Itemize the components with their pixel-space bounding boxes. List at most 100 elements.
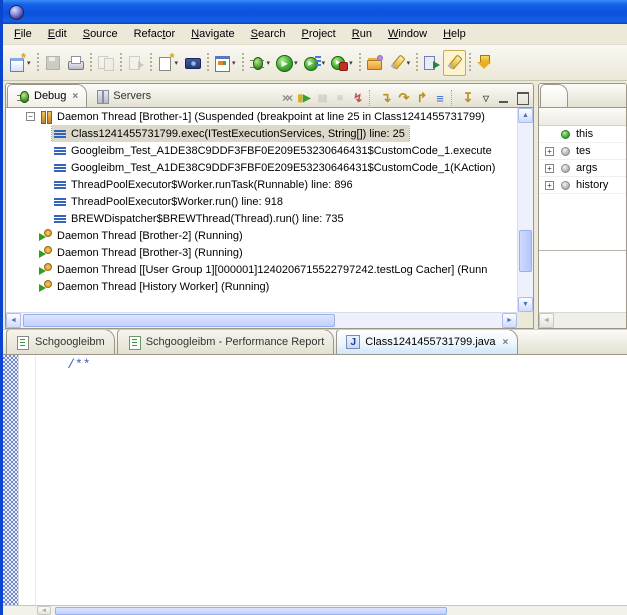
dropdown-arrow-icon[interactable]: ▾	[294, 59, 298, 67]
debug-tree-row[interactable]: ThreadPoolExecutor$Worker.run() line: 91…	[6, 193, 517, 210]
run-button[interactable]: ▾	[273, 50, 301, 76]
tree-expander[interactable]: −	[24, 112, 37, 121]
variables-name-column-header[interactable]	[539, 108, 626, 126]
variable-expander[interactable]: +	[544, 181, 555, 190]
dropdown-arrow-icon[interactable]: ▾	[267, 59, 271, 67]
debug-tree-row[interactable]: Daemon Thread [[User Group 1][000001]124…	[6, 261, 517, 278]
view-menu-button[interactable]	[477, 89, 495, 107]
code-line[interactable]: /**	[36, 356, 627, 374]
workspace: Debug×Servers −Daemon Thread [Brother-1]…	[3, 81, 627, 329]
variable-expander[interactable]: +	[544, 164, 555, 173]
maximize-button[interactable]	[513, 89, 531, 107]
marker-icon	[389, 54, 406, 71]
import-log-button[interactable]	[473, 50, 496, 76]
run-stats-button[interactable]: ▾	[328, 50, 356, 76]
scrollbar-thumb[interactable]	[519, 230, 532, 272]
drop-frame-button[interactable]	[459, 89, 477, 107]
scroll-left-button[interactable]: ◄	[539, 313, 554, 328]
step-filters-button[interactable]	[431, 89, 449, 107]
debug-vertical-scrollbar[interactable]: ▲ ▼	[517, 108, 533, 312]
open-test-asset-button[interactable]	[363, 50, 386, 76]
menu-edit[interactable]: Edit	[40, 26, 75, 42]
editor-tab-schgoogleibm[interactable]: Schgoogleibm	[6, 329, 115, 354]
step-over-button[interactable]	[395, 89, 413, 107]
debug-tree-row[interactable]: BREWDispatcher$BREWThread(Thread).run() …	[6, 210, 517, 227]
debug-tree-row[interactable]: ThreadPoolExecutor$Worker.runTask(Runnab…	[6, 176, 517, 193]
menu-run[interactable]: Run	[344, 26, 380, 42]
expand-icon[interactable]: +	[545, 181, 554, 190]
report-button[interactable]: ▾	[211, 50, 239, 76]
debug-tree-row[interactable]: Daemon Thread [History Worker] (Running)	[6, 278, 517, 295]
marker-button[interactable]: ▾	[386, 50, 414, 76]
collapse-icon[interactable]: −	[26, 112, 35, 121]
menu-window[interactable]: Window	[380, 26, 435, 42]
dropdown-arrow-icon[interactable]: ▾	[175, 59, 179, 67]
scroll-left-button[interactable]: ◄	[37, 606, 51, 615]
editor-tab-class1241455731799-java[interactable]: Class1241455731799.java×	[336, 329, 518, 354]
debug-tree-row[interactable]: Googleibm_Test_A1DE38C9DDF3FBF0E209E5323…	[6, 159, 517, 176]
run-schedule-button[interactable]: ▾	[301, 50, 329, 76]
close-icon[interactable]: ×	[72, 91, 78, 102]
debug-tree-row[interactable]: Daemon Thread [Brother-2] (Running)	[6, 227, 517, 244]
dropdown-arrow-icon[interactable]: ▾	[232, 59, 236, 67]
scroll-up-button[interactable]: ▲	[518, 108, 533, 123]
dropdown-arrow-icon[interactable]: ▾	[27, 59, 31, 67]
menu-refactor[interactable]: Refactor	[126, 26, 184, 42]
tab-debug[interactable]: Debug×	[7, 84, 87, 107]
debug-tree-row[interactable]: Googleibm_Test_A1DE38C9DDF3FBF0E209E5323…	[6, 142, 517, 159]
record-test-button[interactable]	[181, 50, 204, 76]
step-return-button[interactable]	[413, 89, 431, 107]
debug-button[interactable]: ▾	[246, 50, 274, 76]
variable-row-history[interactable]: +history	[539, 177, 626, 194]
expand-icon[interactable]: +	[545, 147, 554, 156]
tab-servers[interactable]: Servers	[87, 84, 159, 107]
step-into-button[interactable]	[377, 89, 395, 107]
editor-horizontal-scrollbar[interactable]: ◄	[3, 605, 627, 615]
variables-detail-pane[interactable]	[539, 250, 626, 312]
new-wizard-button[interactable]: ▾	[6, 50, 34, 76]
menu-search[interactable]: Search	[243, 26, 294, 42]
folding-ruler[interactable]	[19, 355, 36, 605]
title-bar[interactable]	[3, 0, 627, 24]
dropdown-arrow-icon[interactable]: ▾	[322, 59, 326, 67]
variable-row-args[interactable]: +args	[539, 160, 626, 177]
new-test-icon	[157, 54, 174, 71]
menu-file[interactable]: File	[6, 26, 40, 42]
remove-terminated-button[interactable]	[277, 89, 295, 107]
editor-body: /**	[3, 355, 627, 605]
editor-tab-schgoogleibm-performance-report[interactable]: Schgoogleibm - Performance Report	[117, 329, 335, 354]
print-button[interactable]	[64, 50, 87, 76]
scroll-left-button[interactable]: ◄	[6, 313, 21, 328]
dropdown-arrow-icon[interactable]: ▾	[349, 59, 353, 67]
close-icon[interactable]: ×	[503, 337, 509, 348]
scrollbar-thumb[interactable]	[23, 314, 335, 327]
scroll-down-button[interactable]: ▼	[518, 297, 533, 312]
minimize-button[interactable]	[495, 89, 513, 107]
link-editor-button[interactable]	[420, 50, 443, 76]
new-test-button[interactable]: ▾	[154, 50, 182, 76]
menu-project[interactable]: Project	[294, 26, 344, 42]
menu-source[interactable]: Source	[75, 26, 126, 42]
debug-tree-row[interactable]: Daemon Thread [Brother-3] (Running)	[6, 244, 517, 261]
debug-tree-row[interactable]: −Daemon Thread [Brother-1] (Suspended (b…	[6, 108, 517, 125]
variable-row-tes[interactable]: +tes	[539, 143, 626, 160]
dropdown-arrow-icon[interactable]: ▾	[407, 59, 411, 67]
tab-variables[interactable]	[540, 84, 568, 107]
annotation-ruler[interactable]	[3, 355, 19, 605]
toolbar-separator	[451, 90, 457, 106]
menu-help[interactable]: Help	[435, 26, 474, 42]
menu-navigate[interactable]: Navigate	[183, 26, 242, 42]
debug-tree-row[interactable]: Class1241455731799.exec(ITestExecutionSe…	[6, 125, 517, 142]
scroll-right-button[interactable]: ►	[502, 313, 517, 328]
highlight-button[interactable]	[443, 50, 466, 76]
expand-icon[interactable]: +	[545, 164, 554, 173]
variables-horizontal-scrollbar[interactable]: ◄	[539, 312, 626, 328]
scrollbar-thumb[interactable]	[55, 607, 447, 615]
variable-expander[interactable]: +	[544, 147, 555, 156]
debug-horizontal-scrollbar[interactable]: ◄ ►	[6, 312, 517, 328]
disconnect-button[interactable]	[349, 89, 367, 107]
resume-button[interactable]	[295, 89, 313, 107]
variable-row-this[interactable]: this	[539, 126, 626, 143]
code-lines[interactable]: /**	[36, 355, 627, 605]
tree-row-content: Daemon Thread [Brother-1] (Suspended (br…	[37, 108, 489, 125]
